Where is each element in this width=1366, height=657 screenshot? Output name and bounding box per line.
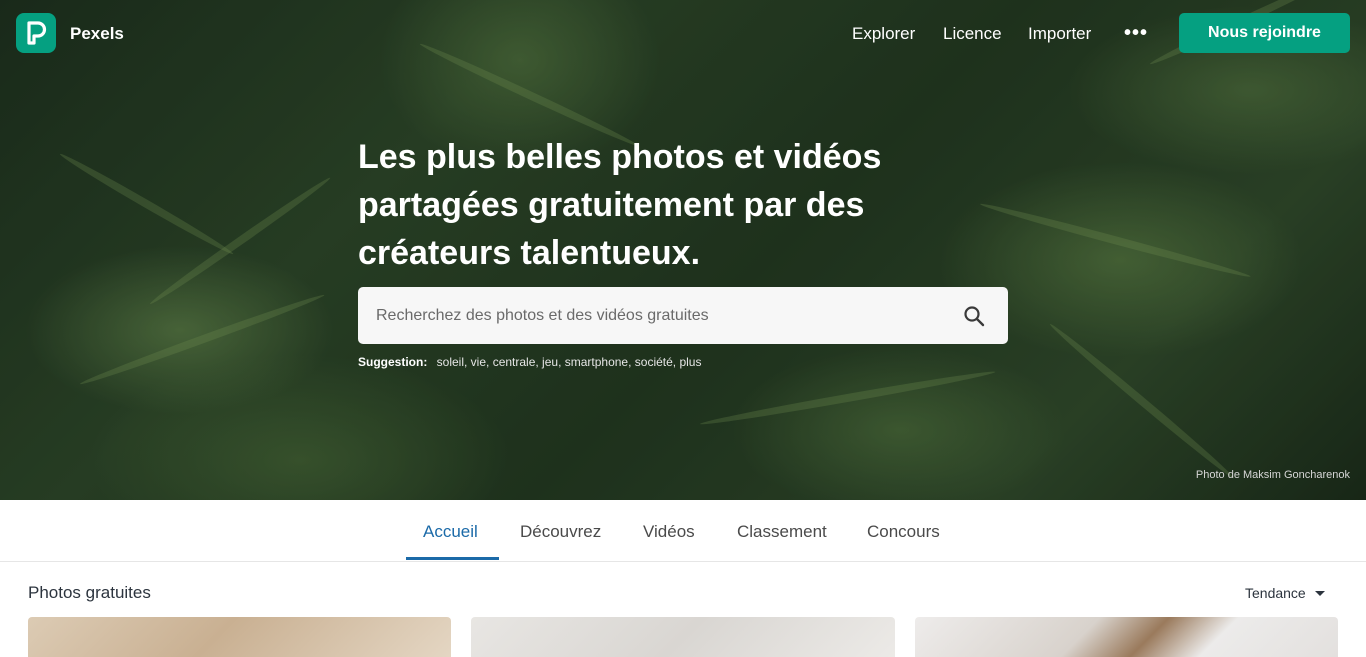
photo-card[interactable] — [28, 617, 451, 657]
pexels-logo-icon — [27, 21, 47, 45]
tab-videos[interactable]: Vidéos — [643, 522, 695, 542]
search-suggestions: Suggestion: soleil, vie, centrale, jeu, … — [358, 355, 701, 369]
photo-card[interactable] — [915, 617, 1338, 657]
nav-importer-link[interactable]: Importer — [1028, 24, 1091, 44]
tab-concours[interactable]: Concours — [867, 522, 940, 542]
chevron-down-icon[interactable] — [1315, 591, 1325, 596]
more-menu-icon[interactable]: ••• — [1124, 22, 1148, 45]
search-input[interactable] — [358, 287, 958, 344]
suggestion-links[interactable]: soleil, vie, centrale, jeu, smartphone, … — [437, 355, 702, 369]
nav-licence-link[interactable]: Licence — [943, 24, 1002, 44]
suggestion-label: Suggestion: — [358, 355, 428, 369]
top-nav: Pexels Explorer Licence Importer ••• Nou… — [0, 0, 1366, 68]
nav-explorer-link[interactable]: Explorer — [852, 24, 915, 44]
photo-credit[interactable]: Photo de Maksim Goncharenok — [1196, 469, 1350, 481]
section-tabs: Accueil Découvrez Vidéos Classement Conc… — [0, 500, 1366, 562]
search-icon[interactable] — [962, 304, 986, 328]
tab-classement[interactable]: Classement — [737, 522, 827, 542]
join-button[interactable]: Nous rejoindre — [1179, 13, 1350, 53]
tab-decouvrez[interactable]: Découvrez — [520, 522, 601, 542]
tab-accueil[interactable]: Accueil — [423, 522, 478, 542]
brand-name[interactable]: Pexels — [70, 24, 124, 44]
section-title: Photos gratuites — [28, 583, 151, 602]
sort-dropdown[interactable]: Tendance — [1245, 585, 1306, 601]
search-bar — [358, 287, 1008, 344]
hero-headline: Les plus belles photos et vidéos partagé… — [358, 138, 882, 272]
active-tab-indicator — [406, 557, 499, 560]
photo-card[interactable] — [471, 617, 895, 657]
pexels-logo[interactable] — [16, 13, 56, 53]
